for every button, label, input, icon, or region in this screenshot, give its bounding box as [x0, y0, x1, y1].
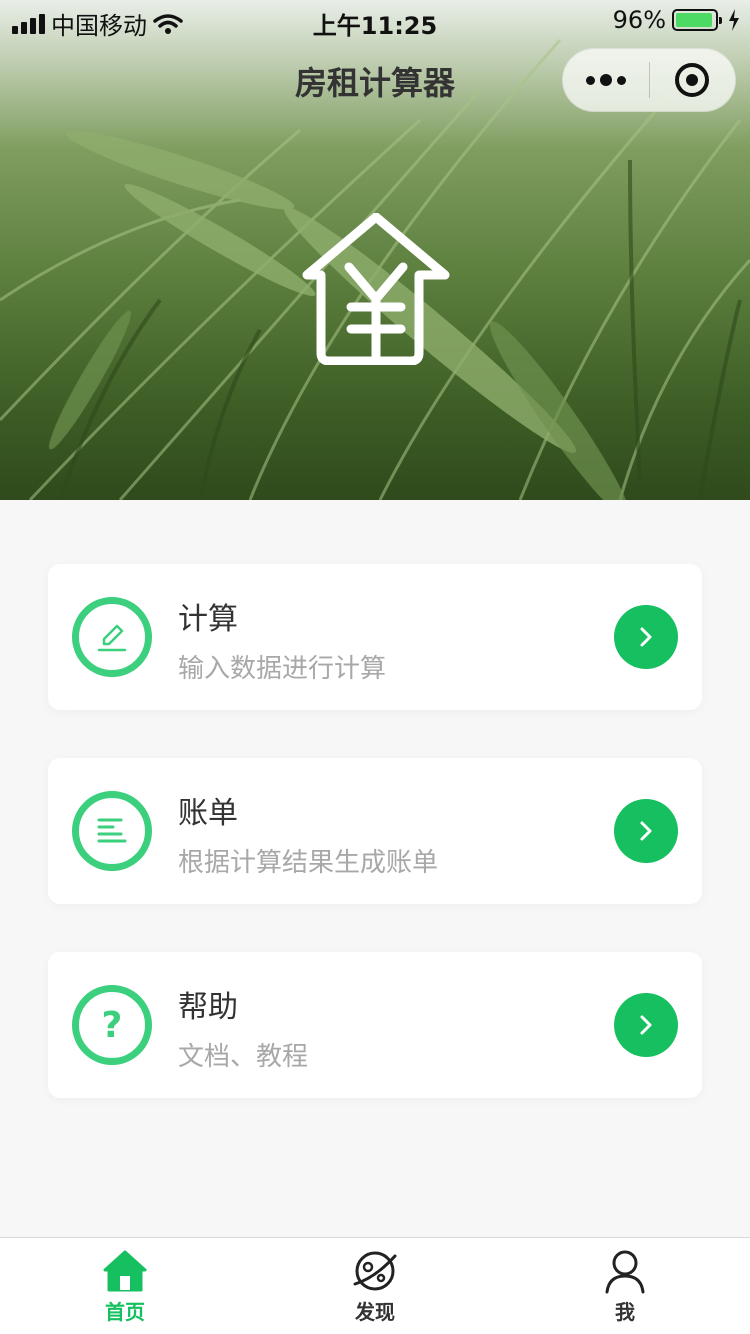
card-bill[interactable]: 账单 根据计算结果生成账单: [48, 758, 702, 904]
tab-bar: 首页 发现 我: [0, 1237, 750, 1334]
chevron-right-icon[interactable]: [614, 993, 678, 1057]
tab-label: 发现: [355, 1300, 395, 1324]
status-bar: 中国移动 上午11:25 96%: [0, 0, 750, 40]
pencil-icon: [72, 597, 152, 677]
home-icon: [103, 1250, 147, 1292]
card-title: 帮助: [178, 990, 238, 1025]
user-icon: [605, 1250, 645, 1294]
question-mark: ?: [101, 1004, 123, 1046]
card-subtitle: 文档、教程: [178, 1042, 309, 1072]
card-calculate[interactable]: 计算 输入数据进行计算: [48, 564, 702, 710]
card-title: 账单: [178, 796, 238, 831]
card-subtitle: 输入数据进行计算: [178, 654, 387, 684]
tab-discover[interactable]: 发现: [250, 1238, 500, 1334]
tab-label: 首页: [105, 1300, 145, 1324]
question-icon: ?: [72, 985, 152, 1065]
list-lines-icon: [72, 791, 152, 871]
more-dots-icon[interactable]: [563, 48, 649, 112]
charging-icon: [729, 9, 739, 31]
battery-percent: 96%: [612, 6, 666, 34]
battery-icon: [672, 9, 722, 31]
chevron-right-icon[interactable]: [614, 799, 678, 863]
card-title: 计算: [178, 602, 238, 637]
card-help[interactable]: ? 帮助 文档、教程: [48, 952, 702, 1098]
house-yen-icon: [302, 213, 450, 365]
target-close-icon[interactable]: [650, 48, 736, 112]
status-right: 96%: [613, 6, 740, 34]
battery-fill: [676, 13, 713, 27]
tab-home[interactable]: 首页: [0, 1238, 250, 1334]
chevron-right-icon[interactable]: [614, 605, 678, 669]
hero-banner: 中国移动 上午11:25 96% 房租计算器: [0, 0, 750, 500]
tab-label: 我: [615, 1300, 635, 1324]
mini-program-capsule: [562, 48, 736, 112]
tab-me[interactable]: 我: [500, 1238, 750, 1334]
card-subtitle: 根据计算结果生成账单: [178, 848, 439, 878]
planet-icon: [353, 1251, 397, 1291]
